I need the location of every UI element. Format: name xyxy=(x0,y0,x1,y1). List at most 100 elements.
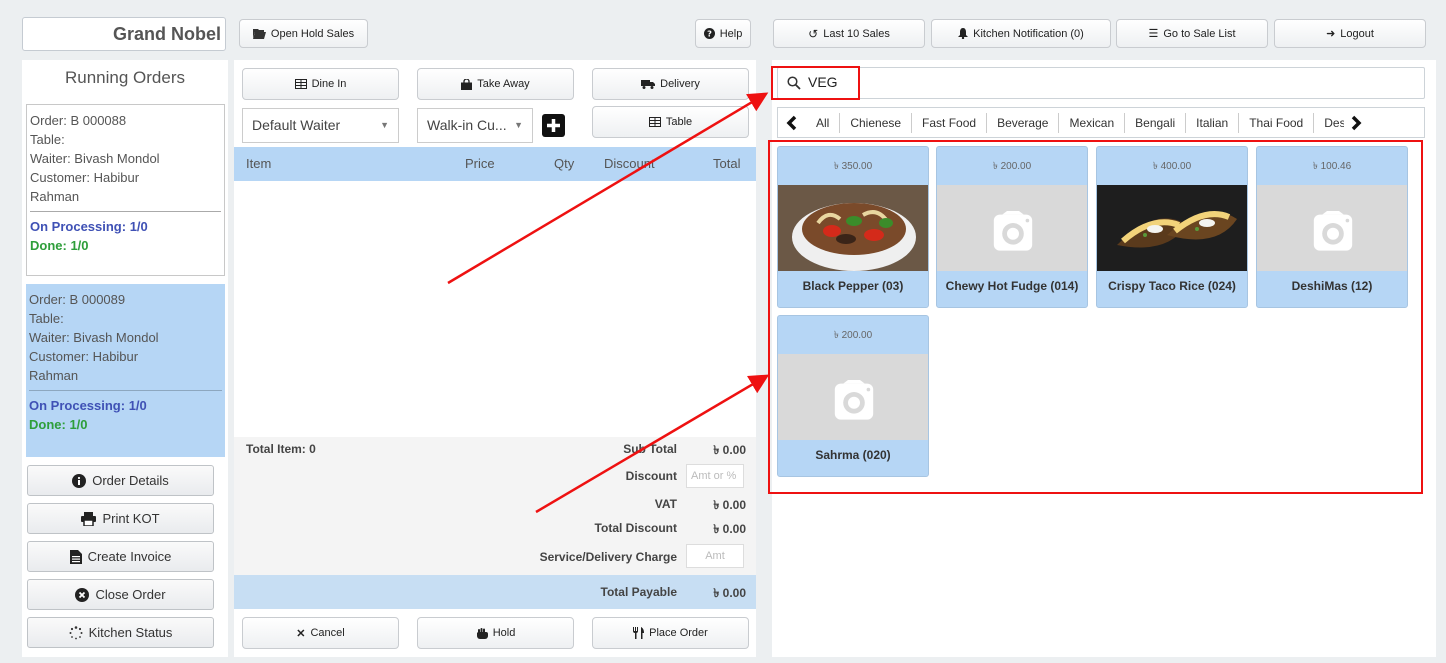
help-label: Help xyxy=(719,27,743,40)
kitchen-status-label: Kitchen Status xyxy=(88,625,173,640)
category-tab[interactable]: Mexican xyxy=(1059,112,1126,133)
last-10-sales-button[interactable]: ↺ Last 10 Sales xyxy=(773,19,925,48)
order-customer: Customer: Habibur xyxy=(30,170,140,185)
order-waiter: Waiter: Bivash Mondol xyxy=(30,151,160,166)
processing-status: On Processing: 1/0 xyxy=(30,219,148,234)
create-invoice-button[interactable]: Create Invoice xyxy=(27,541,214,572)
table-icon xyxy=(294,79,307,89)
totals-area: Total Item: 0 Sub Total ৳ 0.00 Discount … xyxy=(234,437,756,575)
order-customer-line2: Rahman xyxy=(30,189,80,204)
order-details-label: Order Details xyxy=(92,473,169,488)
table-button[interactable]: Table xyxy=(592,106,749,138)
question-circle-icon: ? xyxy=(703,28,715,39)
vat-label: VAT xyxy=(654,497,677,511)
kitchen-notification-label: Kitchen Notification (0) xyxy=(973,27,1084,40)
chevron-right-icon[interactable] xyxy=(1344,108,1368,137)
info-circle-icon xyxy=(72,473,87,488)
dine-in-button[interactable]: Dine In xyxy=(242,68,399,100)
order-table: Table: xyxy=(30,132,65,147)
service-charge-label: Service/Delivery Charge xyxy=(539,550,677,564)
open-hold-sales-label: Open Hold Sales xyxy=(270,27,355,40)
take-away-button[interactable]: Take Away xyxy=(417,68,574,100)
cancel-button[interactable]: ✕ Cancel xyxy=(242,617,399,649)
folder-open-icon xyxy=(252,29,266,39)
order-number: Order: B 000088 xyxy=(30,113,127,128)
done-status: Done: 1/0 xyxy=(30,238,89,253)
dine-in-label: Dine In xyxy=(311,78,347,90)
delivery-button[interactable]: Delivery xyxy=(592,68,749,100)
times-icon: ✕ xyxy=(296,627,306,640)
total-payable-value: ৳ 0.00 xyxy=(713,586,746,600)
cutlery-icon xyxy=(633,627,645,639)
category-tab[interactable]: Thai Food xyxy=(1239,112,1315,133)
discount-label: Discount xyxy=(625,469,677,483)
order-card[interactable]: Order: B 000088 Table: Waiter: Bivash Mo… xyxy=(26,104,225,276)
order-waiter: Waiter: Bivash Mondol xyxy=(29,330,159,345)
add-customer-button[interactable] xyxy=(542,114,565,137)
waiter-select-value: Default Waiter xyxy=(252,117,341,133)
order-details-button[interactable]: Order Details xyxy=(27,465,214,496)
category-tab[interactable]: Chienese xyxy=(840,112,913,133)
category-tab[interactable]: Des xyxy=(1314,113,1344,133)
service-charge-input[interactable]: Amt xyxy=(686,544,744,568)
sign-out-icon: ➜ xyxy=(1326,28,1336,40)
table-icon xyxy=(648,117,661,127)
create-invoice-label: Create Invoice xyxy=(87,549,172,564)
go-to-sale-list-label: Go to Sale List xyxy=(1163,27,1236,40)
processing-status: On Processing: 1/0 xyxy=(29,398,147,413)
sub-total-value: ৳ 0.00 xyxy=(713,443,746,457)
logout-button[interactable]: ➜ Logout xyxy=(1274,19,1426,48)
order-customer: Customer: Habibur xyxy=(29,349,139,364)
open-hold-sales-button[interactable]: Open Hold Sales xyxy=(239,19,368,48)
waiter-select[interactable]: Default Waiter ▼ xyxy=(242,108,399,143)
print-kot-label: Print KOT xyxy=(102,511,160,526)
total-discount-label: Total Discount xyxy=(594,521,677,535)
category-tab[interactable]: All xyxy=(806,112,841,133)
delivery-label: Delivery xyxy=(660,78,700,90)
divider xyxy=(29,390,222,391)
svg-text:?: ? xyxy=(707,29,712,39)
cart-table-header: Item Price Qty Discount Total xyxy=(234,147,756,181)
hand-icon xyxy=(476,627,488,639)
table-label: Table xyxy=(665,116,693,128)
brand-name: Grand Nobel xyxy=(22,17,226,51)
hold-button[interactable]: Hold xyxy=(417,617,574,649)
place-order-button[interactable]: Place Order xyxy=(592,617,749,649)
category-tab[interactable]: Bengali xyxy=(1125,112,1187,133)
kitchen-status-button[interactable]: Kitchen Status xyxy=(27,617,214,648)
category-tab[interactable]: Beverage xyxy=(987,112,1060,133)
go-to-sale-list-button[interactable]: ☰ Go to Sale List xyxy=(1116,19,1268,48)
close-order-button[interactable]: Close Order xyxy=(27,579,214,610)
done-status: Done: 1/0 xyxy=(29,417,88,432)
help-button[interactable]: ? Help xyxy=(695,19,751,48)
order-number: Order: B 000089 xyxy=(29,292,126,307)
spinner-icon xyxy=(69,625,83,639)
print-kot-button[interactable]: Print KOT xyxy=(27,503,214,534)
col-discount: Discount xyxy=(604,156,655,171)
shopping-bag-icon xyxy=(461,78,473,90)
cancel-label: Cancel xyxy=(310,627,345,639)
divider xyxy=(30,211,221,212)
col-total: Total xyxy=(713,156,741,171)
hold-label: Hold xyxy=(492,627,516,639)
vat-value: ৳ 0.00 xyxy=(713,498,746,512)
category-tab[interactable]: Fast Food xyxy=(912,112,988,133)
col-qty: Qty xyxy=(554,156,575,171)
order-card-selected[interactable]: Order: B 000089 Table: Waiter: Bivash Mo… xyxy=(26,284,225,457)
kitchen-notification-button[interactable]: Kitchen Notification (0) xyxy=(931,19,1111,48)
order-customer-line2: Rahman xyxy=(29,368,79,383)
chevron-left-icon[interactable] xyxy=(778,108,806,137)
order-table: Table: xyxy=(29,311,64,326)
customer-select[interactable]: Walk-in Cu... ▼ xyxy=(417,108,533,143)
list-icon: ☰ xyxy=(1148,28,1159,40)
search-input[interactable]: VEG xyxy=(777,67,1425,99)
discount-input[interactable]: Amt or % xyxy=(686,464,744,488)
truck-icon xyxy=(641,80,656,89)
col-item: Item xyxy=(246,156,272,171)
take-away-label: Take Away xyxy=(477,78,530,90)
total-item-count: Total Item: 0 xyxy=(246,442,316,456)
category-tab[interactable]: Italian xyxy=(1186,112,1240,133)
running-orders-title: Running Orders xyxy=(64,68,185,87)
last-10-sales-label: Last 10 Sales xyxy=(823,27,890,40)
caret-down-icon: ▼ xyxy=(380,120,389,130)
